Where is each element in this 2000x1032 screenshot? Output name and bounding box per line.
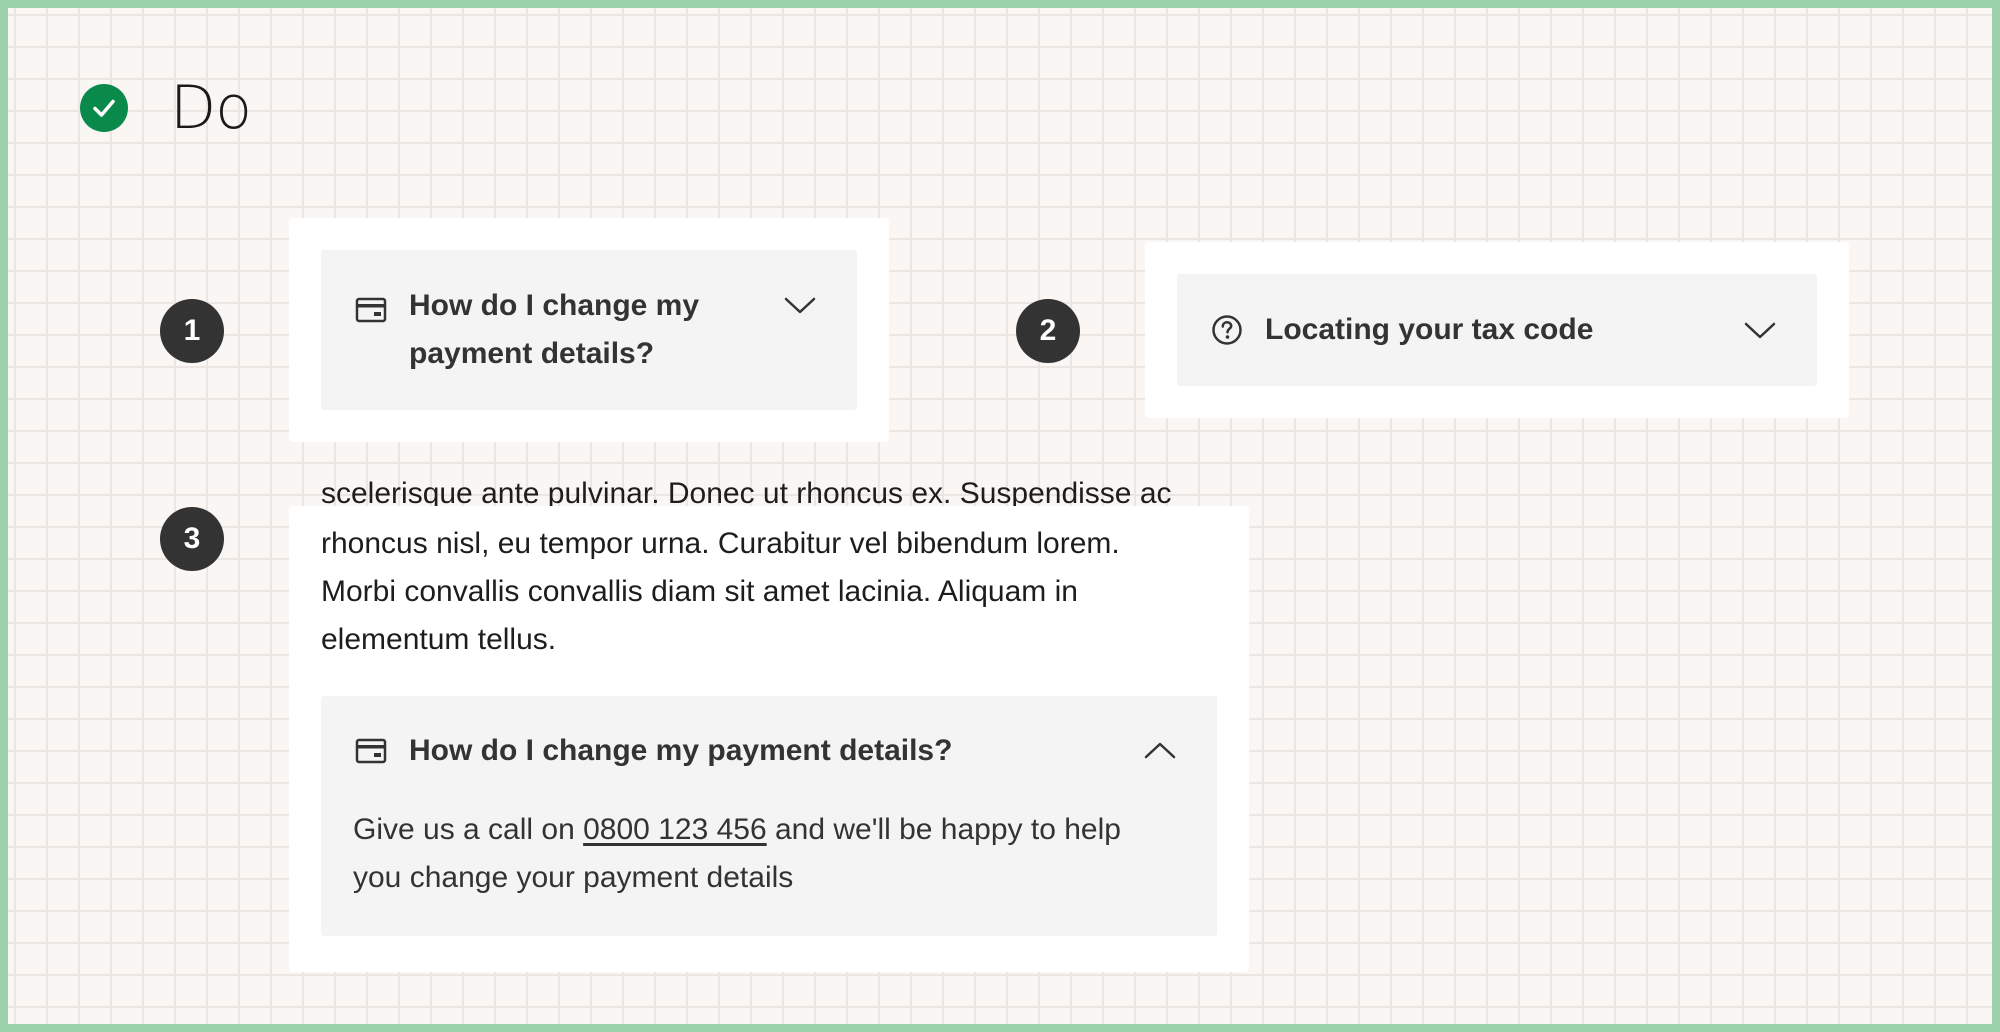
accordion-title: How do I change my payment details? (409, 289, 700, 370)
example-card-1: How do I change my payment details? (289, 218, 889, 442)
heading-label: Do (170, 73, 252, 143)
accordion-expanded: How do I change my payment details? Give… (321, 696, 1217, 936)
chevron-down-icon[interactable] (783, 294, 817, 321)
body-text-line: elementum tellus. (321, 623, 557, 656)
accordion-panel: Give us a call on 0800 123 456 and we'll… (353, 806, 1121, 902)
credit-card-icon (355, 737, 387, 770)
accordion-collapsed[interactable]: Locating your tax code (1177, 274, 1817, 386)
chevron-up-icon[interactable] (1143, 740, 1177, 767)
example-card-3: rhoncus nisl, eu tempor urna. Curabitur … (289, 506, 1249, 972)
body-paragraph: rhoncus nisl, eu tempor urna. Curabitur … (321, 520, 1120, 664)
phone-link[interactable]: 0800 123 456 (583, 813, 767, 846)
chevron-down-icon[interactable] (1743, 319, 1777, 346)
example-number-badge: 3 (160, 507, 224, 571)
body-text-line: rhoncus nisl, eu tempor urna. Curabitur … (321, 527, 1120, 560)
accordion-collapsed[interactable]: How do I change my payment details? (321, 250, 857, 410)
example-number-badge: 2 (1016, 299, 1080, 363)
credit-card-icon (355, 296, 387, 329)
check-circle-icon (80, 84, 128, 132)
panel-text: and we'll be happy to help (766, 813, 1121, 846)
example-card-2: Locating your tax code (1145, 242, 1849, 418)
accordion-title: Locating your tax code (1265, 313, 1594, 346)
accordion-title: How do I change my payment details? (409, 734, 953, 767)
question-circle-icon (1211, 314, 1243, 351)
example-number-badge: 1 (160, 299, 224, 363)
do-heading: Do (80, 73, 252, 143)
panel-text: Give us a call on (353, 813, 584, 846)
accordion-header[interactable]: How do I change my payment details? (321, 696, 1217, 808)
example-frame: Do 1 How do I change my payment details? (0, 0, 2000, 1032)
body-text-line: Morbi convallis convallis diam sit amet … (321, 575, 1078, 608)
panel-text: you change your payment details (353, 861, 794, 894)
